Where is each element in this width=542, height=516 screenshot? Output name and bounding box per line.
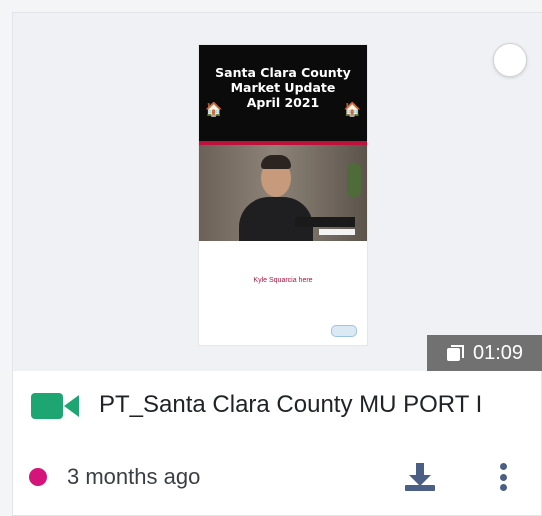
status-dot — [29, 468, 47, 486]
download-icon[interactable] — [405, 461, 435, 493]
time-ago: 3 months ago — [67, 464, 201, 489]
thumbnail-title-line-2: Market Update — [230, 80, 336, 95]
plant-shape — [347, 163, 361, 197]
duration-badge: 01:09 — [427, 335, 542, 371]
thumbnail-title-line-1: Santa Clara County — [215, 65, 351, 80]
thumbnail-header: Santa Clara County Market Update April 2… — [199, 45, 367, 141]
select-checkbox[interactable] — [493, 43, 527, 77]
meta-row: 3 months ago — [13, 455, 542, 499]
thumbnail-title-line-3: April 2021 — [246, 95, 320, 110]
thumbnail-caption: Kyle Squarcia here — [253, 277, 313, 284]
title-row[interactable]: PT_Santa Clara County MU PORT I — [13, 385, 542, 425]
thumbnail-area[interactable]: Santa Clara County Market Update April 2… — [13, 13, 542, 371]
thumbnail-video-frame — [199, 145, 367, 241]
house-icon: 🏠 — [205, 102, 223, 118]
lower-third-bar — [295, 217, 355, 227]
house-icon: 🏠 — [343, 102, 361, 118]
duration-text: 01:09 — [472, 341, 524, 364]
person-hair-shape — [261, 155, 291, 169]
video-card[interactable]: Santa Clara County Market Update April 2… — [12, 12, 542, 516]
brand-logo-icon — [331, 325, 357, 337]
video-thumbnail: Santa Clara County Market Update April 2… — [199, 45, 367, 345]
copy-icon — [446, 345, 465, 361]
video-title[interactable]: PT_Santa Clara County MU PORT I — [99, 391, 542, 419]
more-vertical-icon[interactable] — [493, 461, 513, 493]
lower-third-bar — [319, 229, 355, 235]
video-camera-icon — [31, 391, 79, 419]
